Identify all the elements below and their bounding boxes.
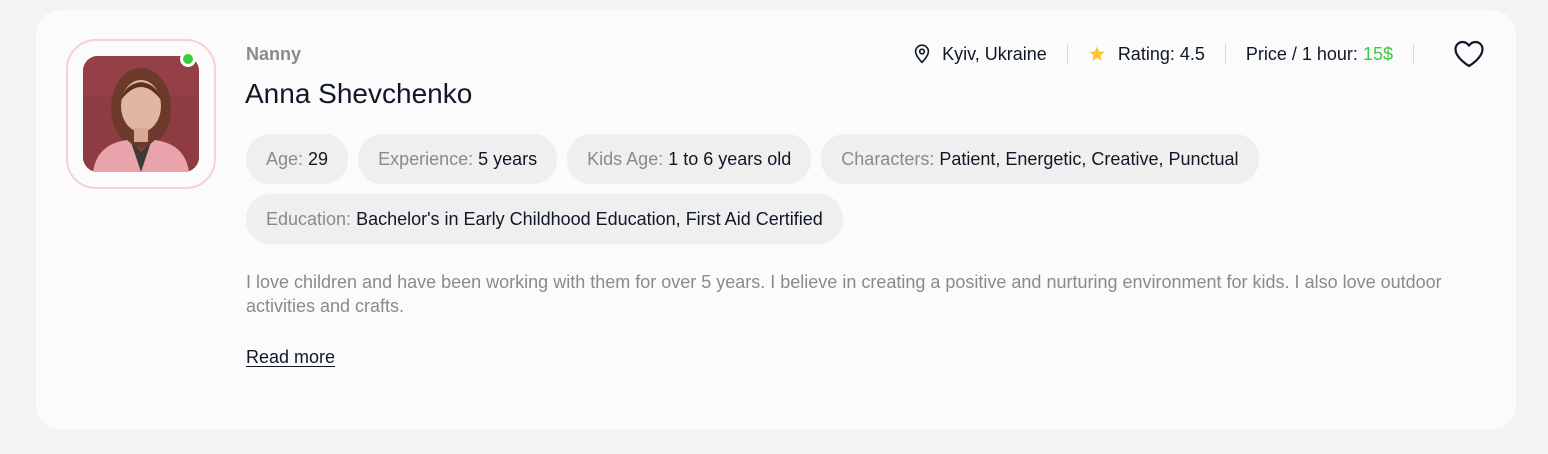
avatar-frame <box>66 39 216 189</box>
meta-bar: Kyiv, Ukraine Rating: 4.5 Price / 1 hour… <box>914 38 1486 70</box>
rating-text: Rating: 4.5 <box>1117 43 1205 64</box>
avatar[interactable] <box>83 56 199 172</box>
rating: Rating: 4.5 <box>1088 44 1205 65</box>
detail-chip-education: Education: Bachelor's in Early Childhood… <box>246 194 843 244</box>
detail-chip-age: Age: 29 <box>246 134 349 184</box>
detail-chip-kids-age: Kids Age: 1 to 6 years old <box>567 134 812 184</box>
favorite-button[interactable] <box>1452 38 1486 70</box>
detail-chip-experience: Experience: 5 years <box>358 134 558 184</box>
chip-value: 1 to 6 years old <box>668 148 792 169</box>
meta-divider <box>1224 44 1226 64</box>
chip-value: Patient, Energetic, Creative, Punctual <box>939 148 1239 169</box>
read-more-link[interactable]: Read more <box>246 347 335 368</box>
nanny-name: Anna Shevchenko <box>245 78 473 109</box>
chip-value: 29 <box>308 148 329 169</box>
nanny-card: Nanny Anna Shevchenko Kyiv, Ukraine Rati… <box>36 10 1516 429</box>
chip-label: Kids Age: <box>587 148 664 169</box>
about-text: I love children and have been working wi… <box>246 272 1442 316</box>
price: Price / 1 hour: 15$ <box>1246 44 1393 65</box>
detail-chip-characters: Characters: Patient, Energetic, Creative… <box>821 134 1259 184</box>
details-list: Age: 29 Experience: 5 years Kids Age: 1 … <box>246 134 1486 244</box>
chip-label: Experience: <box>378 148 474 169</box>
price-value: 15$ <box>1362 43 1393 64</box>
chip-value: 5 years <box>478 148 538 169</box>
meta-divider <box>1413 44 1414 64</box>
chip-label: Characters: <box>841 148 935 169</box>
role-label: Nanny <box>246 44 302 64</box>
location-text: Kyiv, Ukraine <box>942 43 1047 64</box>
online-status-dot <box>180 51 196 67</box>
star-icon <box>1088 45 1106 63</box>
avatar-photo <box>83 56 199 172</box>
location: Kyiv, Ukraine <box>914 44 1047 65</box>
map-pin-icon <box>914 44 930 64</box>
chip-label: Age: <box>266 148 304 169</box>
chip-value: Bachelor's in Early Childhood Education,… <box>356 208 823 229</box>
heart-icon <box>1454 40 1484 68</box>
price-label: Price / 1 hour: <box>1245 43 1358 64</box>
chip-label: Education: <box>266 208 352 229</box>
meta-divider <box>1066 44 1068 64</box>
